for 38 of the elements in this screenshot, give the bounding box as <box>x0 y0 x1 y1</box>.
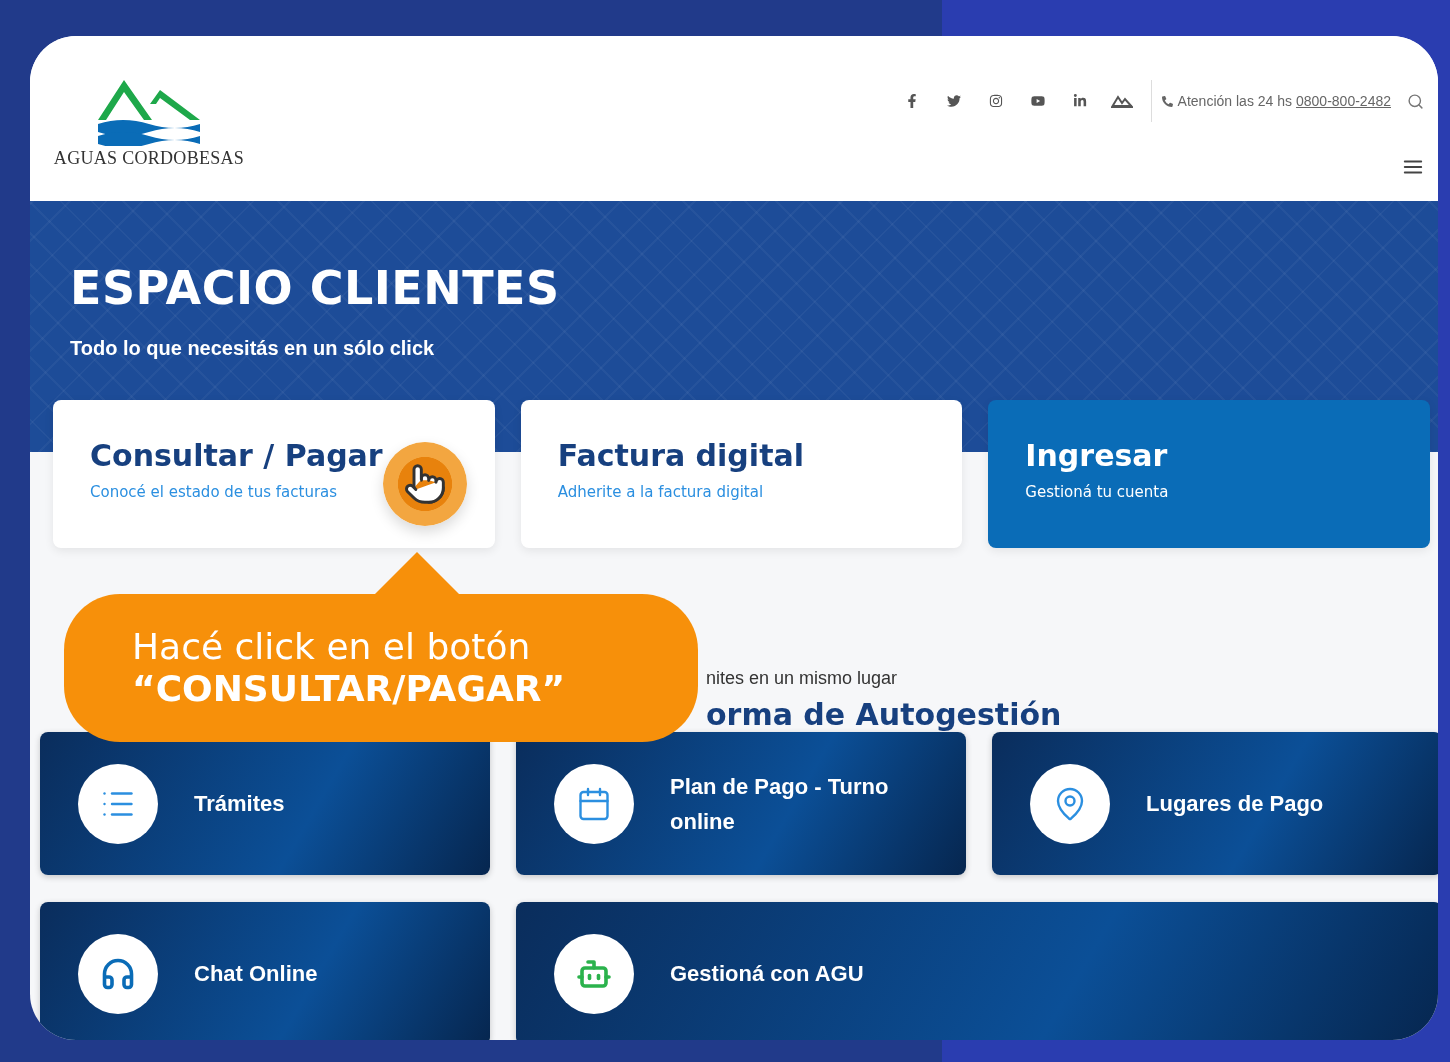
card-subtitle: Adherite a la factura digital <box>557 483 765 501</box>
logo-wordmark: AGUAS CORDOBESAS <box>53 148 245 169</box>
service-tile[interactable]: Lugares de Pago <box>992 732 1438 875</box>
tile-title: Lugares de Pago <box>1146 790 1324 818</box>
search-button[interactable] <box>1407 92 1424 110</box>
mountains-icon <box>1110 94 1133 108</box>
tile-title: Gestioná con AGU <box>670 960 864 988</box>
phone-link[interactable]: 0800-800-2482 <box>1296 93 1391 109</box>
action-card[interactable]: Consultar / Pagar Conocé el estado de tus facturas <box>53 400 495 548</box>
service-tile[interactable]: Plan de Pago - Turno online <box>516 732 966 875</box>
youtube-icon <box>1030 94 1045 108</box>
section-title: orma de Autogestión <box>706 697 1063 732</box>
service-tile[interactable]: Trámites <box>40 732 490 875</box>
card-title: Ingresar <box>1025 438 1169 473</box>
callout-text: Hacé click en el botón <box>132 626 532 668</box>
action-card[interactable]: Ingresar Gestioná tu cuenta <box>988 400 1430 548</box>
action-card[interactable]: Factura digital Adherite a la factura digital <box>520 400 963 548</box>
section-eyebrow: nites en un mismo lugar <box>706 668 899 689</box>
hero-subtitle: Todo lo que necesitás en un sólo click <box>70 337 436 360</box>
service-tile[interactable]: Gestioná con AGU <box>516 902 1438 1040</box>
linkedin-icon <box>1072 94 1087 108</box>
logo-icon <box>96 78 202 146</box>
tile-title: Trámites <box>194 790 285 818</box>
card-title: Consultar / Pagar <box>90 438 383 473</box>
twitter-icon <box>946 94 961 108</box>
tile-title: Plan de Pago - Turno online <box>670 772 890 836</box>
card-subtitle: Conocé el estado de tus facturas <box>90 483 339 501</box>
instagram-icon <box>988 94 1003 108</box>
callout-text: “CONSULTAR/PAGAR” <box>132 668 567 710</box>
card-title: Factura digital <box>557 438 804 473</box>
card-subtitle: Gestioná tu cuenta <box>1025 483 1169 501</box>
service-tile[interactable]: Chat Online <box>40 902 490 1040</box>
hand-pointer-icon <box>402 462 447 506</box>
tile-title: Chat Online <box>194 960 318 988</box>
hero-title: ESPACIO CLIENTES <box>70 261 561 315</box>
attention-text: Atención las 24 hs <box>1177 93 1292 109</box>
phone-icon <box>1161 95 1173 107</box>
calendar-icon <box>576 785 612 822</box>
